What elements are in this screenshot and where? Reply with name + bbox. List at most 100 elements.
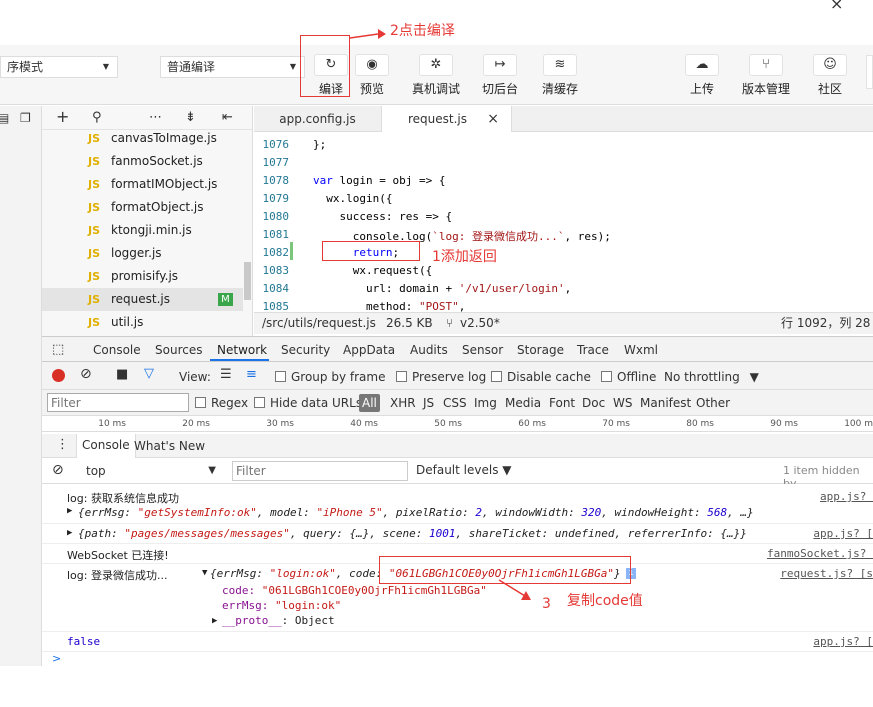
file-item[interactable]: JS logger.js <box>42 242 243 265</box>
file-item-selected[interactable]: JS request.js M <box>42 288 243 311</box>
type-img[interactable]: Img <box>474 396 497 410</box>
clear-icon[interactable]: ⊘ <box>80 366 92 382</box>
context-select[interactable]: top ▼ <box>80 461 220 481</box>
upload-button[interactable]: ☁ 上传 <box>677 54 727 97</box>
tab-network[interactable]: Network <box>217 343 267 357</box>
tab-console[interactable]: Console <box>93 343 141 357</box>
file-item[interactable]: JS formatIMObject.js <box>42 173 243 196</box>
expand-arrow-icon[interactable]: ▶ <box>67 528 72 538</box>
eye-icon: ◉ <box>355 54 389 76</box>
close-icon[interactable]: × <box>830 0 843 13</box>
version-button[interactable]: ⑂ 版本管理 <box>741 54 791 97</box>
file-tree-scrollbar[interactable] <box>244 262 251 300</box>
source-link[interactable]: fanmoSocket.js? <box>767 547 873 560</box>
background-button[interactable]: ↦ 切后台 <box>475 54 525 97</box>
annotation-number-3: 3 <box>542 596 551 612</box>
tab-app-config[interactable]: app.config.js <box>254 106 382 132</box>
filter-icon[interactable]: ▽ <box>144 366 154 381</box>
sort-icon[interactable]: ⇟ <box>185 110 196 125</box>
more-icon[interactable]: ⋯ <box>149 110 162 125</box>
offline-checkbox[interactable]: Offline <box>601 370 656 384</box>
layers-icon: ≋ <box>543 54 577 76</box>
record-icon[interactable] <box>52 369 65 382</box>
type-media[interactable]: Media <box>505 396 541 410</box>
dropdown-arrow-icon: ▼ <box>102 62 109 71</box>
disable-cache-checkbox[interactable]: Disable cache <box>491 370 591 384</box>
collapse-arrow-icon[interactable]: ▼ <box>202 568 207 578</box>
type-manifest[interactable]: Manifest <box>640 396 691 410</box>
community-button[interactable]: ☺ 社区 <box>805 54 855 97</box>
hide-data-urls-checkbox[interactable]: Hide data URLs <box>254 396 362 410</box>
branch-name[interactable]: v2.50* <box>460 313 500 334</box>
type-ws[interactable]: WS <box>613 396 632 410</box>
expand-arrow-icon[interactable]: ▶ <box>67 506 72 516</box>
type-css[interactable]: CSS <box>443 396 467 410</box>
copy-icon[interactable]: ❐ <box>20 111 31 125</box>
regex-checkbox[interactable]: Regex <box>195 396 248 410</box>
tab-security[interactable]: Security <box>281 343 330 357</box>
type-other[interactable]: Other <box>696 396 730 410</box>
add-icon[interactable]: + <box>56 107 69 126</box>
type-doc[interactable]: Doc <box>582 396 605 410</box>
tab-storage[interactable]: Storage <box>517 343 564 357</box>
tab-trace[interactable]: Trace <box>577 343 609 357</box>
type-font[interactable]: Font <box>549 396 575 410</box>
search-icon[interactable]: ⚲ <box>92 110 102 125</box>
source-link[interactable]: app.js? [ <box>813 635 873 648</box>
expand-arrow-icon[interactable]: ▶ <box>212 616 217 626</box>
tab-request[interactable]: request.js × <box>382 106 512 132</box>
tab-sources[interactable]: Sources <box>155 343 202 357</box>
preview-button[interactable]: ◉ 预览 <box>347 54 397 97</box>
drawer-tabs: ⋮ Console What's New <box>42 434 873 458</box>
devtools-tabs: ⬚ Console Sources Network Security AppDa… <box>42 336 873 362</box>
file-item[interactable]: JS util.js <box>42 311 243 334</box>
console-message: log: 获取系统信息成功 app.js? ▶ {errMsg: "getSys… <box>42 488 873 524</box>
group-by-frame-checkbox[interactable]: Group by frame <box>275 370 385 384</box>
tab-sensor[interactable]: Sensor <box>462 343 503 357</box>
file-item[interactable]: JS formatObject.js <box>42 196 243 219</box>
source-link[interactable]: request.js? [s <box>780 567 873 580</box>
console-filter-input[interactable] <box>232 461 408 481</box>
clear-console-icon[interactable]: ⊘ <box>52 462 64 478</box>
inspect-icon[interactable]: ⬚ <box>52 342 64 357</box>
preserve-log-checkbox[interactable]: Preserve log <box>396 370 486 384</box>
log-levels-select[interactable]: Default levels ▼ <box>416 463 512 477</box>
branch-icon: ⑂ <box>446 316 454 330</box>
toolbar-overflow[interactable] <box>866 55 873 89</box>
type-js[interactable]: JS <box>423 396 434 410</box>
throttling-select[interactable]: No throttling ▼ <box>664 370 759 384</box>
tab-appdata[interactable]: AppData <box>343 343 395 357</box>
annotation-return: 1添加返回 <box>432 249 497 265</box>
compile-mode-select[interactable]: 普通编译 ▼ <box>160 56 305 78</box>
close-icon[interactable]: × <box>487 106 499 132</box>
drawer-tab-console[interactable]: Console <box>76 434 136 458</box>
tab-audits[interactable]: Audits <box>410 343 448 357</box>
type-xhr[interactable]: XHR <box>390 396 416 410</box>
collapse-icon[interactable]: ⇤ <box>222 110 233 125</box>
cursor-position[interactable]: 行 1092，列 28 <box>781 313 870 334</box>
network-filter-input[interactable] <box>47 393 189 412</box>
file-item[interactable]: JS ktongji.min.js <box>42 219 243 242</box>
file-item[interactable]: JS canvasToImage.js <box>42 127 243 150</box>
code-line: wx.request({ <box>313 264 433 277</box>
remote-debug-button[interactable]: ✲ 真机调试 <box>411 54 461 97</box>
active-tab-indicator <box>210 359 269 361</box>
file-item[interactable]: JS promisify.js <box>42 265 243 288</box>
list-view-icon[interactable]: ☰ <box>220 367 232 382</box>
console-prompt-icon[interactable]: > <box>52 652 61 665</box>
source-link[interactable]: app.js? <box>820 490 873 503</box>
drawer-menu-icon[interactable]: ⋮ <box>56 437 69 452</box>
camera-icon[interactable]: ■ <box>116 367 128 382</box>
compile-highlight-box <box>300 35 350 97</box>
code-editor[interactable]: 1076 1077 1078 1079 1080 1081 1082 1083 … <box>254 132 873 312</box>
clear-cache-button[interactable]: ≋ 清缓存 <box>535 54 585 97</box>
drawer-tab-whats-new[interactable]: What's New <box>134 439 205 453</box>
waterfall-view-icon[interactable]: ≡ <box>246 367 257 382</box>
source-link[interactable]: app.js? [ <box>813 527 873 540</box>
return-highlight-box <box>322 241 420 261</box>
file-item[interactable]: JS fanmoSocket.js <box>42 150 243 173</box>
mode-select[interactable]: 序模式 ▼ <box>0 56 118 78</box>
type-all[interactable]: All <box>359 394 380 412</box>
panel-icon[interactable]: ▤ <box>0 111 9 125</box>
tab-wxml[interactable]: Wxml <box>624 343 658 357</box>
